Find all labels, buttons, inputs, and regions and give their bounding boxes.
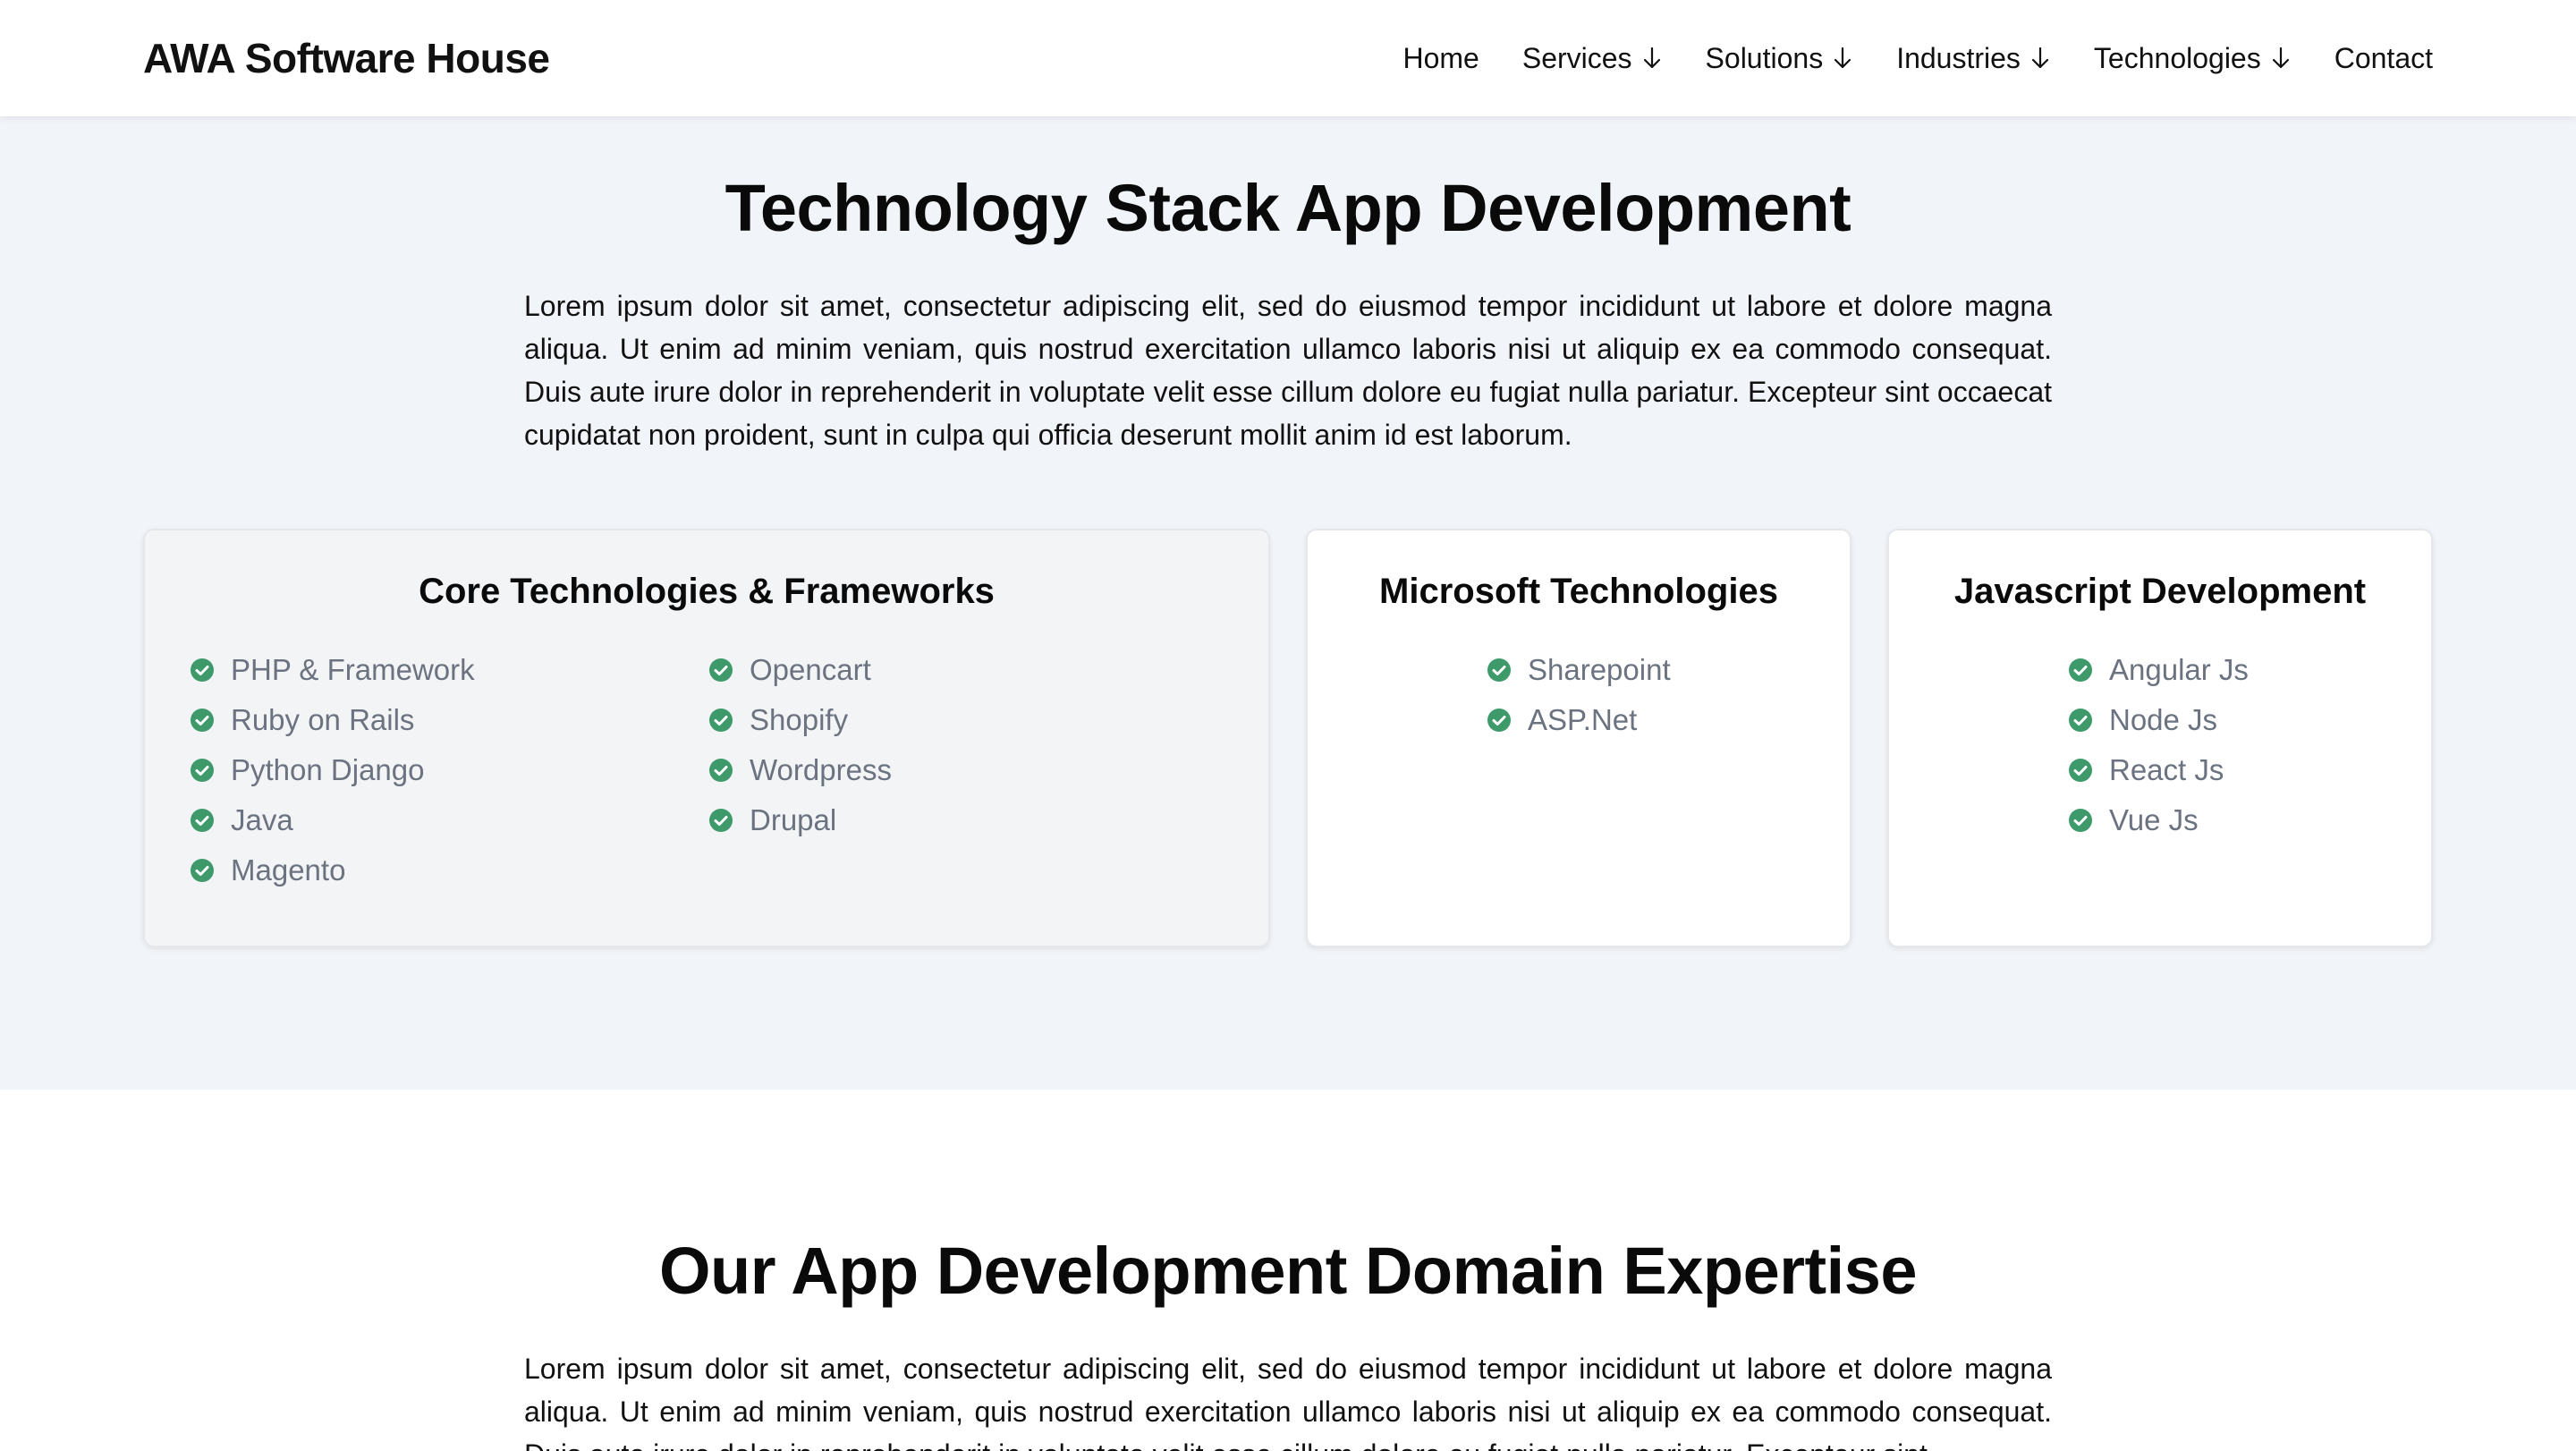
list-item-label: Sharepoint bbox=[1528, 653, 1671, 686]
core-technologies-title: Core Technologies & Frameworks bbox=[419, 572, 995, 611]
core-technologies-card: Core Technologies & Frameworks PHP & Fra… bbox=[143, 529, 1270, 947]
javascript-development-list: Angular Js Node Js React Js Vue Js bbox=[2068, 645, 2249, 845]
list-item: Vue Js bbox=[2068, 795, 2249, 845]
check-circle-icon bbox=[709, 709, 733, 732]
list-item-label: Ruby on Rails bbox=[231, 703, 415, 736]
list-item: Angular Js bbox=[2068, 645, 2249, 695]
check-circle-icon bbox=[191, 759, 214, 782]
list-item: Sharepoint bbox=[1487, 645, 1671, 695]
list-item: Java bbox=[190, 795, 475, 845]
list-item-label: Angular Js bbox=[2109, 653, 2249, 686]
check-circle-icon bbox=[709, 759, 733, 782]
list-item: Opencart bbox=[708, 645, 892, 695]
brand-logo-text[interactable]: AWA Software House bbox=[143, 34, 550, 82]
check-circle-icon bbox=[709, 809, 733, 832]
nav-contact[interactable]: Contact bbox=[2334, 42, 2433, 75]
list-item-label: ASP.Net bbox=[1528, 703, 1638, 736]
list-item-label: Shopify bbox=[750, 703, 849, 736]
list-item: Drupal bbox=[708, 795, 892, 845]
check-circle-icon bbox=[191, 658, 214, 682]
domain-expertise-heading: Our App Development Domain Expertise bbox=[658, 1234, 1918, 1308]
list-item-label: Python Django bbox=[231, 753, 425, 786]
check-circle-icon bbox=[191, 709, 214, 732]
list-item-label: Drupal bbox=[750, 803, 837, 836]
list-item: Node Js bbox=[2068, 695, 2249, 745]
arrow-down-icon bbox=[1835, 47, 1852, 69]
list-item-label: Node Js bbox=[2109, 703, 2218, 736]
list-item: React Js bbox=[2068, 745, 2249, 795]
nav-solutions[interactable]: Solutions bbox=[1706, 42, 1854, 75]
list-item-label: PHP & Framework bbox=[231, 653, 475, 686]
list-item: ASP.Net bbox=[1487, 695, 1671, 745]
microsoft-technologies-list: Sharepoint ASP.Net bbox=[1487, 645, 1671, 745]
check-circle-icon bbox=[2069, 658, 2092, 682]
list-item-label: Wordpress bbox=[750, 753, 892, 786]
list-item: Ruby on Rails bbox=[190, 695, 475, 745]
nav-technologies-label: Technologies bbox=[2093, 41, 2261, 74]
list-item-label: Java bbox=[231, 803, 293, 836]
tech-stack-intro: Lorem ipsum dolor sit amet, consectetur … bbox=[524, 290, 2052, 451]
nav-technologies[interactable]: Technologies bbox=[2094, 42, 2292, 75]
list-item: Magento bbox=[190, 845, 475, 895]
nav-industries[interactable]: Industries bbox=[1896, 42, 2051, 75]
javascript-development-title: Javascript Development bbox=[1953, 572, 2367, 611]
tech-stack-section: Technology Stack App Development Lorem i… bbox=[0, 116, 2576, 1090]
main-nav: Home Services Solutions Industries Techn… bbox=[1402, 42, 2433, 75]
list-item-label: Magento bbox=[231, 853, 346, 887]
core-technologies-list-left: PHP & Framework Ruby on Rails Python Dja… bbox=[190, 645, 475, 895]
javascript-development-card: Javascript Development Angular Js Node J… bbox=[1887, 529, 2433, 947]
nav-contact-label: Contact bbox=[2334, 41, 2433, 74]
list-item: Wordpress bbox=[708, 745, 892, 795]
nav-industries-label: Industries bbox=[1896, 41, 2021, 74]
domain-expertise-intro: Lorem ipsum dolor sit amet, consectetur … bbox=[524, 1353, 2052, 1451]
check-circle-icon bbox=[2069, 759, 2092, 782]
check-circle-icon bbox=[1487, 658, 1511, 682]
arrow-down-icon bbox=[2031, 47, 2049, 69]
check-circle-icon bbox=[709, 658, 733, 682]
arrow-down-icon bbox=[2272, 47, 2289, 69]
check-circle-icon bbox=[191, 809, 214, 832]
core-technologies-list-right: Opencart Shopify Wordpress Drupal bbox=[708, 645, 892, 845]
check-circle-icon bbox=[2069, 809, 2092, 832]
nav-home[interactable]: Home bbox=[1402, 42, 1479, 75]
nav-solutions-label: Solutions bbox=[1705, 41, 1824, 74]
list-item: PHP & Framework bbox=[190, 645, 475, 695]
list-item-label: Opencart bbox=[750, 653, 871, 686]
domain-expertise-section: Our App Development Domain Expertise Lor… bbox=[0, 1090, 2576, 1451]
tech-stack-heading: Technology Stack App Development bbox=[724, 171, 1852, 245]
top-navbar: AWA Software House Home Services Solutio… bbox=[0, 0, 2576, 116]
microsoft-technologies-card: Microsoft Technologies Sharepoint ASP.Ne… bbox=[1306, 529, 1852, 947]
microsoft-technologies-title: Microsoft Technologies bbox=[1379, 572, 1778, 611]
nav-home-label: Home bbox=[1402, 41, 1479, 74]
check-circle-icon bbox=[191, 859, 214, 882]
list-item: Shopify bbox=[708, 695, 892, 745]
list-item-label: Vue Js bbox=[2109, 803, 2199, 836]
check-circle-icon bbox=[1487, 709, 1511, 732]
nav-services-label: Services bbox=[1521, 41, 1632, 74]
list-item-label: React Js bbox=[2109, 753, 2224, 786]
check-circle-icon bbox=[2069, 709, 2092, 732]
list-item: Python Django bbox=[190, 745, 475, 795]
arrow-down-icon bbox=[1643, 47, 1660, 69]
nav-services[interactable]: Services bbox=[1522, 42, 1663, 75]
